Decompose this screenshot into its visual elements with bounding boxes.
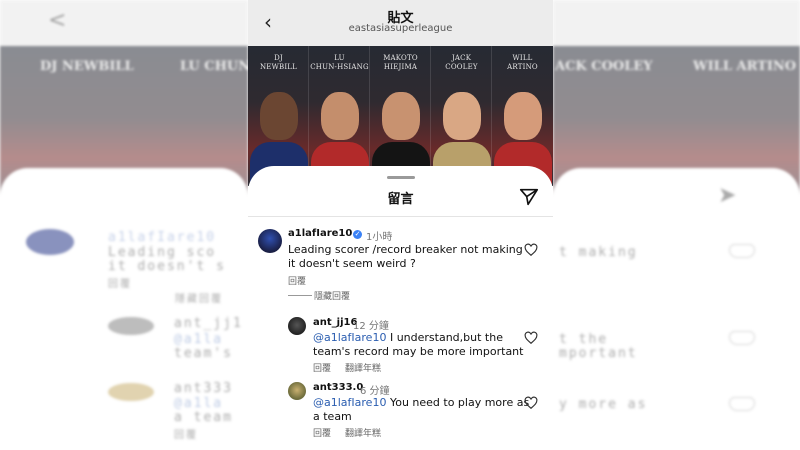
- blurred-heart-icon: [729, 244, 755, 258]
- player-panel: DJ NEWBILL: [248, 46, 309, 186]
- blurred-player-name: ACK COOLEY: [555, 59, 653, 74]
- blurred-background-left: < DJ NEWBILL LU CHUN-H a1lafIare10 Leadi…: [0, 0, 248, 450]
- heart-icon[interactable]: [524, 396, 538, 410]
- player-face: [504, 92, 542, 140]
- divider: [248, 216, 553, 217]
- blurred-text: 隱藏回覆: [175, 294, 223, 305]
- blurred-text: team's: [174, 346, 233, 361]
- blurred-text: t the: [559, 332, 609, 347]
- heart-icon[interactable]: [524, 243, 538, 257]
- comment-time: 6 分鐘: [360, 386, 390, 397]
- player-face: [443, 92, 481, 140]
- blurred-send-icon: ➤: [718, 183, 737, 208]
- blurred-heart-icon: [729, 397, 755, 411]
- post-image[interactable]: DJ NEWBILL LU CHUN-HSIANG MAKOTO HIEJIMA JA…: [248, 46, 553, 186]
- blurred-back-icon: <: [48, 8, 67, 33]
- avatar[interactable]: [258, 229, 282, 253]
- comment-text: Leading scorer /record breaker not makin…: [288, 243, 523, 256]
- comments-title: 留言: [387, 192, 414, 207]
- comments-sheet: 留言 a1lafIare10 ✓ 1小時 Leading scorer /rec…: [248, 166, 553, 450]
- verified-badge-icon: ✓: [353, 230, 362, 239]
- blurred-heart-icon: [729, 331, 755, 345]
- blurred-text: a team: [174, 410, 233, 425]
- blurred-text: 回覆: [174, 430, 198, 441]
- blurred-avatar: [26, 229, 74, 255]
- comment-text: it doesn't seem weird ?: [288, 257, 416, 270]
- reply-button[interactable]: 回覆: [313, 361, 331, 374]
- player-name: WILL ARTINO: [507, 54, 538, 71]
- player-name: MAKOTO HIEJIMA: [383, 54, 418, 71]
- phone-screen: ‹ 貼文 eastasiasuperleague DJ NEWBILL LU CHU…: [248, 0, 553, 450]
- blurred-avatar: [108, 383, 154, 401]
- blurred-text: 回覆: [108, 279, 132, 290]
- blurred-text: it doesn't s: [108, 259, 226, 274]
- player-name: JACK COOLEY: [445, 54, 478, 71]
- player-panel: MAKOTO HIEJIMA: [370, 46, 431, 186]
- blurred-text: a1lafIare10: [108, 230, 217, 245]
- translate-button[interactable]: 翻譯年糕: [345, 426, 381, 439]
- player-panel: JACK COOLEY: [431, 46, 492, 186]
- blurred-text: @a1la: [174, 396, 224, 411]
- blurred-text: ant333: [174, 381, 233, 396]
- comment-username[interactable]: ant333.0: [313, 382, 363, 393]
- blurred-text: mportant: [559, 346, 638, 361]
- translate-button[interactable]: 翻譯年糕: [345, 361, 381, 374]
- comment-text: team's record may be more important: [313, 345, 524, 358]
- hide-replies-button[interactable]: 隱藏回覆: [314, 289, 350, 302]
- top-bar: ‹ 貼文 eastasiasuperleague: [248, 0, 553, 46]
- blurred-text: Leading sco: [108, 245, 217, 260]
- blurred-player-name: DJ NEWBILL: [40, 59, 134, 74]
- avatar[interactable]: [288, 317, 306, 335]
- blurred-text: y more as: [559, 397, 648, 412]
- player-panel: WILL ARTINO: [492, 46, 553, 186]
- blurred-header: [553, 0, 800, 46]
- comment-text: a team: [313, 410, 352, 423]
- account-handle[interactable]: eastasiasuperleague: [248, 23, 553, 34]
- paper-plane-icon[interactable]: [518, 186, 540, 208]
- blurred-text: @a1la: [174, 332, 224, 347]
- mention-link[interactable]: @a1lafIare10: [313, 396, 386, 409]
- player-name: LU CHUN-HSIANG: [310, 54, 369, 71]
- screen: < DJ NEWBILL LU CHUN-H a1lafIare10 Leadi…: [0, 0, 800, 450]
- player-face: [321, 92, 359, 140]
- divider: [288, 295, 312, 296]
- comment-username[interactable]: a1lafIare10: [288, 228, 352, 239]
- blurred-avatar: [108, 317, 154, 335]
- player-face: [260, 92, 298, 140]
- drag-handle[interactable]: [387, 176, 415, 179]
- player-panel: LU CHUN-HSIANG: [309, 46, 370, 186]
- comment-text: @a1lafIare10 I understand,but the: [313, 331, 503, 344]
- reply-button[interactable]: 回覆: [288, 274, 306, 287]
- comment-time: 12 分鐘: [353, 321, 389, 332]
- comment-text: @a1lafIare10 You need to play more as: [313, 396, 530, 409]
- blurred-player-name: WILL ARTINO: [693, 59, 797, 74]
- avatar[interactable]: [288, 382, 306, 400]
- player-face: [382, 92, 420, 140]
- heart-icon[interactable]: [524, 331, 538, 345]
- player-name: DJ NEWBILL: [259, 54, 298, 71]
- blurred-header: [0, 0, 248, 46]
- comment-username[interactable]: ant_jj16: [313, 317, 357, 328]
- mention-link[interactable]: @a1lafIare10: [313, 331, 386, 344]
- blurred-text: t making: [559, 245, 638, 260]
- blurred-text: ant_jj1: [174, 316, 243, 331]
- reply-button[interactable]: 回覆: [313, 426, 331, 439]
- blurred-player-name: LU CHUN-H: [180, 59, 248, 74]
- comment-time: 1小時: [366, 232, 393, 243]
- blurred-background-right: ACK COOLEY WILL ARTINO ➤ t making t the …: [553, 0, 800, 450]
